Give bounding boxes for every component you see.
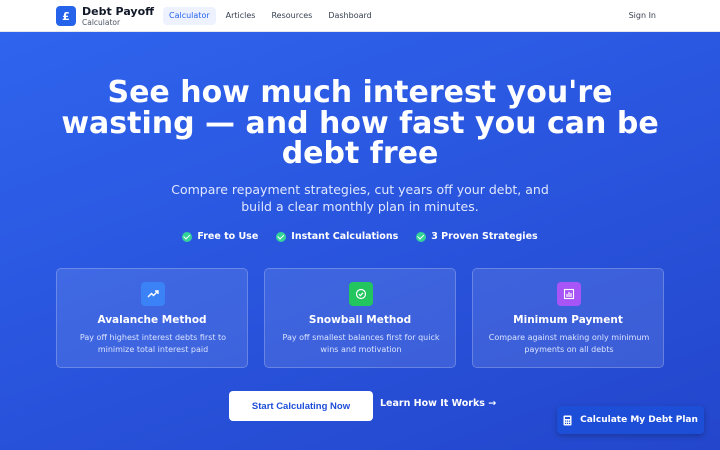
card-description: Pay off smallest balances first for quic… [282, 333, 440, 354]
badge-label: Instant Calculations [291, 231, 399, 242]
top-navbar: £ Debt Payoff Calculator Calculator Arti… [0, 0, 720, 32]
badge-strategies: 3 Proven Strategies [416, 231, 538, 242]
brand-title[interactable]: Debt Payoff [82, 6, 154, 18]
check-circle-icon [276, 231, 287, 242]
card-description: Compare against making only minimum paym… [488, 333, 650, 354]
trending-up-icon [141, 282, 165, 306]
card-title: Snowball Method [308, 314, 412, 326]
check-circle-icon [349, 282, 373, 306]
sign-in-link[interactable]: Sign In [629, 11, 656, 20]
nav-link-calculator[interactable]: Calculator [163, 7, 216, 25]
nav-link-articles[interactable]: Articles [220, 7, 262, 25]
check-circle-icon [182, 231, 193, 242]
badge-free: Free to Use [182, 231, 258, 242]
card-snowball: Snowball Method Pay off smallest balance… [264, 268, 456, 368]
hero-headline: See how much interest you're wasting — a… [61, 75, 659, 171]
card-title: Avalanche Method [97, 314, 207, 326]
badge-label: 3 Proven Strategies [431, 231, 538, 242]
card-avalanche: Avalanche Method Pay off highest interes… [56, 268, 248, 368]
logo-icon[interactable]: £ [56, 6, 76, 26]
hero-subhead: Compare repayment strategies, cut years … [171, 182, 549, 214]
badge-label: Free to Use [197, 231, 259, 242]
card-description: Pay off highest interest debts first to … [79, 333, 227, 354]
nav-link-resources[interactable]: Resources [265, 7, 318, 25]
bar-chart-icon [557, 282, 581, 306]
badge-instant: Instant Calculations [276, 231, 398, 242]
nav-links: Calculator Articles Resources Dashboard [163, 7, 378, 25]
brand-subtitle: Calculator [82, 18, 121, 27]
nav-link-dashboard[interactable]: Dashboard [322, 7, 377, 25]
calculate-plan-button[interactable]: Calculate My Debt Plan [557, 406, 704, 434]
feature-badges: Free to Use Instant Calculations 3 Prove… [0, 231, 720, 242]
calculator-icon [563, 415, 572, 425]
check-circle-icon [416, 231, 427, 242]
card-minimum-payment: Minimum Payment Compare against making o… [472, 268, 664, 368]
fab-label: Calculate My Debt Plan [580, 415, 698, 425]
learn-how-it-works-link[interactable]: Learn How It Works → [380, 398, 496, 409]
start-calculating-button[interactable]: Start Calculating Now [229, 391, 373, 421]
card-title: Minimum Payment [513, 314, 623, 326]
